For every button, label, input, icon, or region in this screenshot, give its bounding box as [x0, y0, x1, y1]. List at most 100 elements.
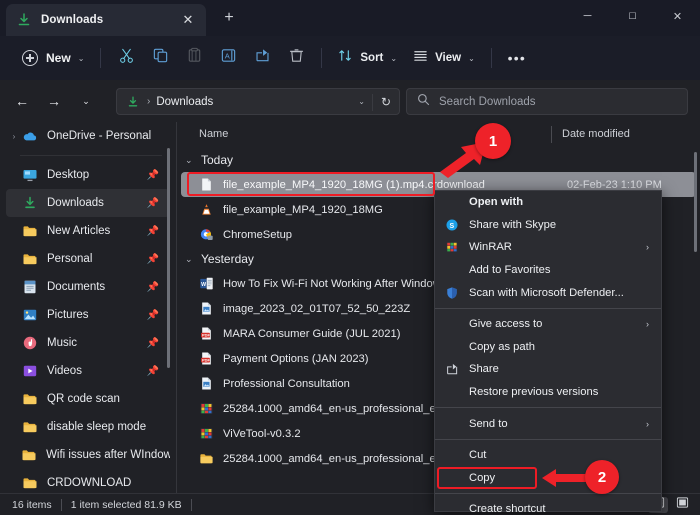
pin-icon[interactable]: 📌: [147, 366, 159, 377]
share-icon: [254, 47, 271, 69]
large-icons-view-button[interactable]: [672, 497, 692, 513]
plus-icon: [22, 50, 38, 66]
chevron-right-icon[interactable]: ›: [6, 132, 22, 141]
search-box[interactable]: Search Downloads: [406, 88, 688, 115]
view-button[interactable]: View ⌄: [405, 43, 483, 73]
winrar-icon: [199, 426, 214, 441]
menu-item-copy-as-path[interactable]: Copy as path: [435, 336, 661, 359]
generic-file-icon: [199, 177, 214, 192]
menu-item-share-with-skype[interactable]: SShare with Skype: [435, 214, 661, 237]
sidebar-item-videos[interactable]: Videos📌: [6, 357, 170, 385]
new-button[interactable]: New ⌄: [14, 44, 92, 72]
share-button[interactable]: [245, 43, 279, 73]
back-button[interactable]: ←: [8, 87, 36, 115]
file-name: ChromeSetup: [223, 229, 292, 241]
chevron-right-icon[interactable]: ›: [646, 319, 649, 329]
chevron-right-icon[interactable]: ›: [646, 419, 649, 429]
pin-icon[interactable]: 📌: [147, 338, 159, 349]
chevron-right-icon[interactable]: ›: [646, 242, 649, 252]
rename-button[interactable]: A: [211, 43, 245, 73]
sidebar-scrollbar[interactable]: [167, 148, 170, 368]
documents-icon: [22, 279, 38, 295]
sidebar-items-list: Desktop📌Downloads📌New Articles📌Personal📌…: [0, 161, 176, 497]
share-icon: [443, 362, 460, 376]
close-window-button[interactable]: ✕: [655, 0, 700, 32]
word-doc-icon: W: [199, 276, 214, 291]
sidebar-item-label: QR code scan: [47, 393, 120, 405]
menu-item-scan-with-microsoft-defender[interactable]: Scan with Microsoft Defender...: [435, 281, 661, 304]
menu-item-share[interactable]: Share: [435, 358, 661, 381]
file-name: file_example_MP4_1920_18MG: [223, 204, 383, 216]
search-input[interactable]: Search Downloads: [439, 96, 536, 108]
copy-button[interactable]: [143, 43, 177, 73]
sort-button[interactable]: Sort ⌄: [330, 43, 405, 73]
folder-icon: [22, 251, 38, 267]
delete-button[interactable]: [279, 43, 313, 73]
videos-icon: [22, 363, 38, 379]
menu-item-open-with[interactable]: Open with: [435, 191, 661, 214]
sidebar-item-disable-sleep-mode[interactable]: disable sleep mode: [6, 413, 170, 441]
menu-item-label: Add to Favorites: [469, 264, 550, 276]
path-breadcrumb-bar[interactable]: › Downloads ⌄ ↻: [116, 88, 400, 115]
refresh-icon[interactable]: ↻: [381, 95, 391, 109]
sidebar-item-downloads[interactable]: Downloads📌: [6, 189, 170, 217]
sidebar-item-onedrive[interactable]: › OneDrive - Personal: [6, 122, 170, 150]
menu-divider: [435, 439, 661, 440]
file-group-label: Today: [201, 153, 233, 167]
sidebar-item-pictures[interactable]: Pictures📌: [6, 301, 170, 329]
menu-item-send-to[interactable]: Send to ›: [435, 412, 661, 435]
file-group-header-today[interactable]: ⌄Today: [177, 148, 700, 172]
column-header-name[interactable]: Name: [199, 128, 228, 140]
menu-item-label: Send to: [469, 418, 508, 430]
pin-icon[interactable]: 📌: [147, 254, 159, 265]
new-tab-button[interactable]: +: [220, 10, 238, 28]
chevron-down-icon[interactable]: ⌄: [185, 254, 199, 265]
menu-item-create-shortcut[interactable]: Create shortcut: [435, 498, 661, 515]
pin-icon[interactable]: 📌: [147, 198, 159, 209]
pin-icon[interactable]: 📌: [147, 226, 159, 237]
menu-item-restore-previous-versions[interactable]: Restore previous versions: [435, 381, 661, 404]
chevron-down-icon[interactable]: ⌄: [185, 155, 199, 166]
context-menu: Open withSShare with Skype WinRAR › Add to …: [434, 190, 662, 512]
sidebar-item-desktop[interactable]: Desktop📌: [6, 161, 170, 189]
menu-item-cut[interactable]: Cut: [435, 444, 661, 467]
recent-locations-button[interactable]: ⌄: [72, 87, 100, 115]
sidebar-item-wifi-issues-after-windows[interactable]: Wifi issues after WIndows: [6, 441, 170, 469]
paste-button[interactable]: [177, 43, 211, 73]
more-options-button[interactable]: •••: [500, 43, 534, 73]
file-name: file_example_MP4_1920_18MG (1).mp4.crdow…: [223, 179, 485, 191]
item-count: 16 items: [12, 499, 52, 511]
sidebar-item-personal[interactable]: Personal📌: [6, 245, 170, 273]
chevron-down-icon-path[interactable]: ⌄: [358, 97, 365, 106]
breadcrumb[interactable]: Downloads: [156, 96, 213, 108]
sidebar-item-documents[interactable]: Documents📌: [6, 273, 170, 301]
sidebar-item-qr-code-scan[interactable]: QR code scan: [6, 385, 170, 413]
menu-item-copy[interactable]: Copy: [435, 467, 661, 490]
menu-item-label: WinRAR: [469, 241, 512, 253]
sidebar-item-label: OneDrive - Personal: [47, 130, 151, 142]
sidebar-item-new-articles[interactable]: New Articles 📌: [6, 217, 170, 245]
sidebar-item-music[interactable]: Music📌: [6, 329, 170, 357]
minimize-button[interactable]: ─: [565, 0, 610, 32]
tab-downloads[interactable]: Downloads ✕: [6, 4, 206, 36]
column-header-row: Name Date modified: [177, 122, 700, 148]
maximize-button[interactable]: ☐: [610, 0, 655, 32]
menu-item-winrar[interactable]: WinRAR ›: [435, 236, 661, 259]
pin-icon[interactable]: 📌: [147, 170, 159, 181]
sidebar-item-label: disable sleep mode: [47, 421, 146, 433]
pin-icon[interactable]: 📌: [147, 310, 159, 321]
onedrive-cloud-icon: [22, 128, 38, 144]
column-header-date-modified[interactable]: Date modified: [562, 128, 630, 140]
divider-2: [321, 48, 322, 68]
menu-item-give-access-to[interactable]: Give access to›: [435, 313, 661, 336]
forward-button[interactable]: →: [40, 87, 68, 115]
cut-button[interactable]: [109, 43, 143, 73]
paste-icon: [186, 47, 203, 69]
winrar-icon: [199, 401, 214, 416]
menu-item-add-to-favorites[interactable]: Add to Favorites: [435, 259, 661, 282]
context-menu-items: Open withSShare with Skype WinRAR › Add to …: [435, 191, 661, 515]
file-list-scrollbar[interactable]: [694, 152, 697, 252]
close-icon[interactable]: ✕: [180, 12, 196, 28]
pin-icon[interactable]: 📌: [147, 282, 159, 293]
sidebar-item-label: New Articles: [47, 225, 110, 237]
